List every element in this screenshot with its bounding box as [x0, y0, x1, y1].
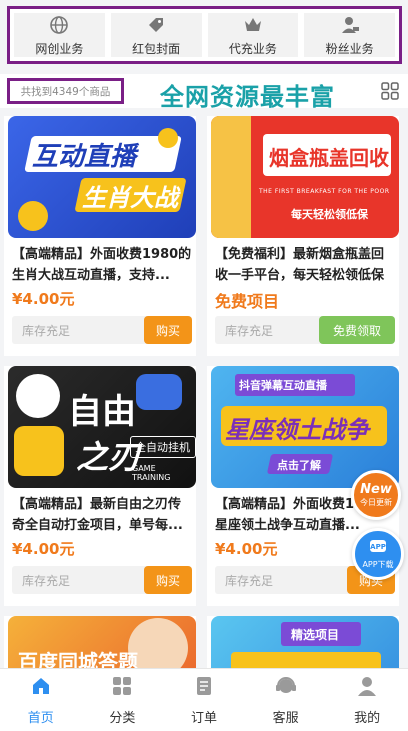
slogan-text: 全网资源最丰富	[160, 83, 335, 111]
category-strip: 网创业务 红包封面 代充业务 粉丝业务	[7, 6, 402, 64]
category-wangchuang[interactable]: 网创业务	[14, 13, 105, 57]
stock-status: 库存充足	[22, 574, 71, 588]
order-icon	[193, 675, 215, 701]
category-label: 代充业务	[228, 41, 277, 56]
tab-label: 首页	[27, 710, 54, 726]
bottom-tab-bar: 首页 分类 订单 客服 我的	[0, 668, 408, 731]
product-title[interactable]: 【高端精品】外面收费1980的生肖大战互动直播，支持...	[12, 244, 192, 286]
banner-line: 自由	[68, 392, 136, 432]
tag-icon	[145, 14, 167, 36]
service-icon	[275, 675, 297, 701]
buy-button[interactable]: 购买	[143, 316, 192, 344]
tab-label: 我的	[354, 710, 381, 726]
banner-line: 星座领土战争	[225, 416, 369, 444]
new-label: New	[360, 482, 392, 497]
category-label: 粉丝业务	[325, 41, 374, 56]
result-count: 共找到4349个商品	[7, 78, 124, 104]
category-hongbao[interactable]: 红包封面	[110, 13, 202, 57]
banner-line: 全自动挂机	[135, 441, 190, 454]
product-card[interactable]: 百度同城答题	[4, 616, 196, 668]
banner-line: 点击了解	[277, 459, 321, 472]
tab-label: 订单	[190, 710, 217, 726]
product-card[interactable]: 互动直播 生肖大战 【高端精品】外面收费1980的生肖大战互动直播，支持... …	[4, 116, 196, 356]
product-title[interactable]: 【免费福利】最新烟盒瓶盖回收一手平台，每天轻松领低保	[215, 244, 395, 286]
category-label: 红包封面	[132, 41, 181, 56]
stock-bar: 库存充足 购买	[12, 316, 192, 344]
stock-bar: 库存充足 购买	[12, 566, 192, 594]
tab-category[interactable]: 分类	[82, 669, 164, 731]
new-sub-label: 今日更新	[360, 498, 392, 507]
banner-line: GAME TRAINING	[132, 464, 171, 482]
tab-profile[interactable]: 我的	[326, 669, 408, 731]
product-card[interactable]: 自由 之刃 全自动挂机 GAME TRAINING 【高端精品】最新自由之刃传奇…	[4, 366, 196, 606]
banner-line: 烟盒瓶盖回收	[269, 146, 389, 170]
product-price: ¥4.00元	[12, 290, 75, 308]
stock-status: 库存充足	[22, 324, 71, 338]
stock-bar: 库存充足 免费领取	[215, 316, 395, 344]
category-icon	[111, 675, 133, 701]
profile-icon	[356, 675, 378, 701]
banner-line: 百度同城答题	[18, 650, 138, 668]
product-price: ¥4.00元	[12, 540, 75, 558]
product-card[interactable]: 烟盒瓶盖回收 THE FIRST BREAKFAST FOR THE POOR …	[207, 116, 399, 356]
product-card[interactable]: 精选项目	[207, 616, 399, 668]
product-title[interactable]: 【高端精品】最新自由之刃传奇全自动打金项目，单号每...	[12, 494, 192, 536]
stock-status: 库存充足	[225, 324, 274, 338]
crown-icon	[242, 14, 264, 36]
tab-home[interactable]: 首页	[0, 669, 82, 731]
tab-orders[interactable]: 订单	[163, 669, 245, 731]
grid-view-icon[interactable]	[381, 82, 399, 100]
new-today-badge[interactable]: New 今日更新	[351, 470, 401, 520]
banner-line: 精选项目	[291, 628, 340, 642]
search-info-row: 共找到4349个商品 全网资源最丰富	[0, 74, 408, 111]
product-price: 免费项目	[215, 292, 280, 311]
svg-text:APP: APP	[370, 543, 386, 551]
user-icon	[339, 14, 361, 36]
claim-free-button[interactable]: 免费领取	[318, 316, 395, 344]
product-banner[interactable]: 自由 之刃 全自动挂机 GAME TRAINING	[8, 366, 196, 488]
app-download-label: APP下载	[362, 560, 394, 569]
category-label: 网创业务	[35, 41, 84, 56]
banner-line: THE FIRST BREAKFAST FOR THE POOR	[259, 188, 390, 195]
app-icon: APP	[369, 538, 387, 557]
banner-line: 生肖大战	[82, 184, 178, 212]
tab-service[interactable]: 客服	[245, 669, 327, 731]
product-banner[interactable]: 互动直播 生肖大战	[8, 116, 196, 238]
category-daichong[interactable]: 代充业务	[207, 13, 299, 57]
app-download-button[interactable]: APP APP下载	[352, 528, 404, 580]
tab-label: 分类	[109, 710, 136, 726]
buy-button[interactable]: 购买	[143, 566, 192, 594]
product-banner[interactable]: 精选项目	[211, 616, 399, 668]
product-banner[interactable]: 百度同城答题	[8, 616, 196, 668]
tab-label: 客服	[272, 710, 299, 726]
category-fensi[interactable]: 粉丝业务	[304, 13, 395, 57]
home-icon	[30, 675, 52, 701]
product-banner[interactable]: 烟盒瓶盖回收 THE FIRST BREAKFAST FOR THE POOR …	[211, 116, 399, 238]
product-price: ¥4.00元	[215, 540, 278, 558]
banner-line: 每天轻松领低保	[291, 208, 368, 221]
globe-icon	[48, 14, 70, 36]
stock-status: 库存充足	[225, 574, 274, 588]
banner-line: 互动直播	[32, 142, 137, 172]
banner-line: 抖音弹幕互动直播	[239, 379, 327, 392]
